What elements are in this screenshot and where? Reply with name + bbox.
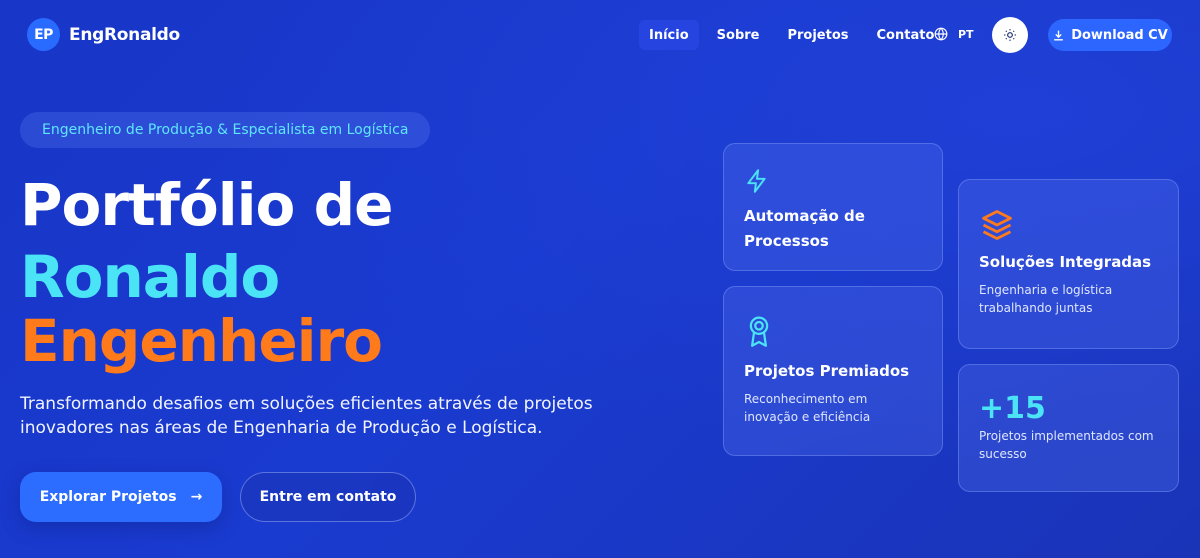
nav-link-inicio[interactable]: Início xyxy=(639,20,699,50)
hero-title-line2: Ronaldo xyxy=(20,243,280,311)
card-automation: Automação de Processos xyxy=(723,143,943,271)
download-icon xyxy=(1054,30,1064,41)
card-automation-title: Automação de Processos xyxy=(744,207,865,250)
award-icon xyxy=(744,316,922,347)
card-awards-title: Projetos Premiados xyxy=(744,362,910,380)
layers-icon xyxy=(979,210,1158,240)
explore-projects-button[interactable]: Explorar Projetos → xyxy=(20,472,222,522)
language-label: PT xyxy=(958,27,974,41)
download-cv-button[interactable]: Download CV xyxy=(1048,19,1172,51)
logo-text: EngRonaldo xyxy=(69,24,180,45)
top-navbar: EP EngRonaldo Início Sobre Projetos Cont… xyxy=(0,0,1200,70)
arrow-right-icon: → xyxy=(190,489,203,505)
card-integrated-title: Soluções Integradas xyxy=(979,253,1152,271)
nav-link-sobre[interactable]: Sobre xyxy=(707,20,770,50)
hero-description: Transformando desafios em soluções efici… xyxy=(20,394,593,438)
card-awarded-projects: Projetos Premiados Reconhecimento em ino… xyxy=(723,286,943,456)
nav-link-projetos[interactable]: Projetos xyxy=(777,20,858,50)
stats-subtitle: Projetos implementados com sucesso xyxy=(979,429,1154,461)
logo-badge: EP xyxy=(27,18,60,51)
language-switcher[interactable]: PT xyxy=(934,27,974,41)
logo[interactable]: EP EngRonaldo xyxy=(27,18,180,51)
nav-links: Início Sobre Projetos Contato xyxy=(639,20,952,50)
card-integrated-solutions: Soluções Integradas Engenharia e logísti… xyxy=(958,179,1179,349)
download-cv-label: Download CV xyxy=(1071,27,1168,43)
card-integrated-subtitle: Engenharia e logística trabalhando junta… xyxy=(979,283,1113,315)
sun-icon xyxy=(1004,29,1016,41)
contact-button[interactable]: Entre em contato xyxy=(240,472,416,522)
hero-title-line1: Portfólio de xyxy=(20,171,393,239)
stats-value: +15 xyxy=(979,391,1046,426)
explore-projects-label: Explorar Projetos xyxy=(39,489,177,505)
nav-link-contato[interactable]: Contato xyxy=(867,20,945,50)
card-stats: +15 Projetos implementados com sucesso xyxy=(958,364,1179,492)
hero-title-line3: Engenheiro xyxy=(20,307,383,375)
card-awards-subtitle: Reconhecimento em inovação e eficiência xyxy=(744,392,871,424)
globe-icon xyxy=(934,27,948,41)
lightning-icon xyxy=(744,166,922,196)
theme-toggle-button[interactable] xyxy=(992,17,1028,53)
hero-tagline-badge: Engenheiro de Produção & Especialista em… xyxy=(20,112,431,148)
